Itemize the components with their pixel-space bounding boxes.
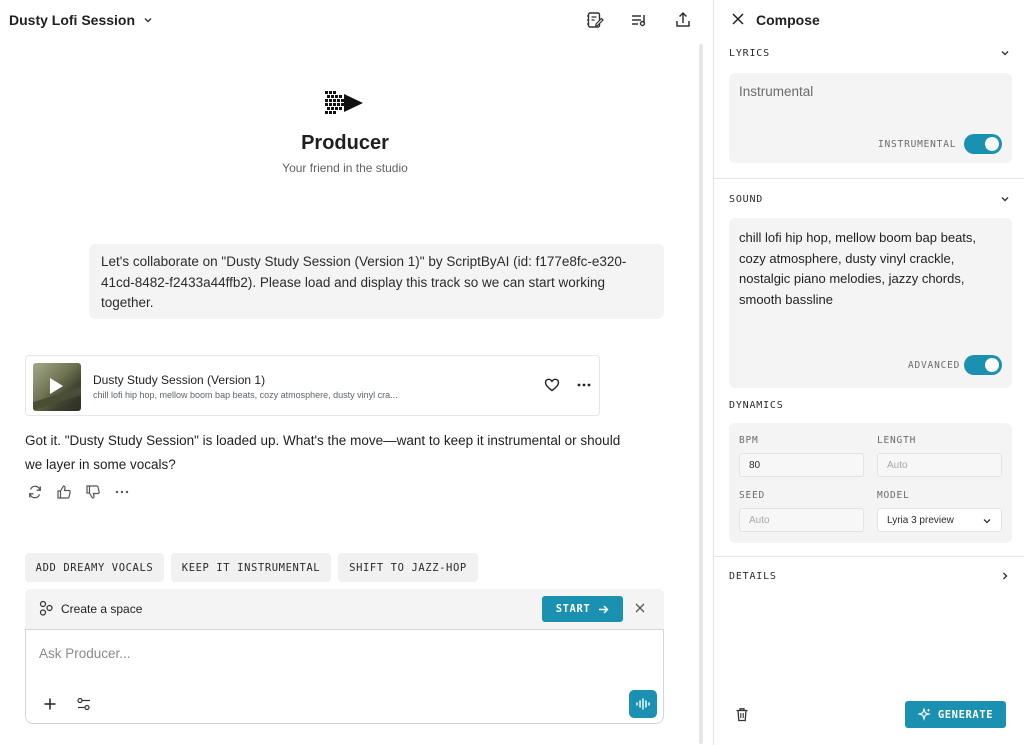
create-space-bar: Create a space START <box>25 589 664 629</box>
regenerate-icon[interactable] <box>27 484 43 500</box>
voice-input-button[interactable] <box>629 690 657 718</box>
seed-label: SEED <box>739 490 766 501</box>
start-button-label: START <box>555 603 591 615</box>
thumbs-down-icon[interactable] <box>85 484 101 500</box>
user-message: Let's collaborate on "Dusty Study Sessio… <box>89 244 664 319</box>
generate-button-label: GENERATE <box>937 708 994 721</box>
producer-logo-icon <box>325 90 365 116</box>
heart-icon[interactable] <box>544 377 560 393</box>
sound-prompt[interactable]: chill lofi hip hop, mellow boom bap beat… <box>739 228 1004 310</box>
bpm-label: BPM <box>739 435 759 446</box>
chevron-down-icon[interactable] <box>1000 194 1010 204</box>
sound-section-label: SOUND <box>729 194 764 205</box>
divider <box>714 556 1024 557</box>
sparkle-icon <box>917 708 931 721</box>
chevron-down-icon <box>144 18 152 23</box>
playlist-icon[interactable] <box>629 10 649 30</box>
model-select[interactable]: Lyria 3 preview <box>877 508 1002 532</box>
track-description: chill lofi hip hop, mellow boom bap beat… <box>93 390 398 400</box>
project-title-dropdown[interactable]: Dusty Lofi Session <box>9 12 153 28</box>
seed-input[interactable] <box>739 508 864 532</box>
divider <box>714 178 1024 179</box>
chat-scrollbar[interactable] <box>699 44 703 744</box>
agent-tagline: Your friend in the studio <box>282 161 408 175</box>
advanced-label: ADVANCED <box>908 360 961 371</box>
generate-button[interactable]: GENERATE <box>905 701 1006 728</box>
play-icon[interactable] <box>50 378 63 394</box>
dynamics-box: BPM LENGTH SEED MODEL Lyria 3 preview <box>729 423 1012 543</box>
chat-pane: Dusty Lofi Session Producer Your friend … <box>0 0 712 745</box>
track-thumbnail[interactable] <box>33 363 81 411</box>
chevron-down-icon <box>983 519 991 524</box>
chevron-right-icon[interactable] <box>1000 571 1010 581</box>
instrumental-label: INSTRUMENTAL <box>878 139 957 150</box>
trash-icon[interactable] <box>735 707 749 722</box>
top-bar: Dusty Lofi Session <box>0 0 712 40</box>
suggestion-chip[interactable]: KEEP IT INSTRUMENTAL <box>171 553 331 582</box>
space-icon <box>38 600 54 616</box>
length-input[interactable] <box>877 453 1002 477</box>
agent-name: Producer <box>301 132 389 154</box>
notebook-edit-icon[interactable] <box>585 10 605 30</box>
sound-box[interactable]: chill lofi hip hop, mellow boom bap beat… <box>729 218 1012 388</box>
ask-input[interactable] <box>39 646 599 661</box>
arrow-right-icon <box>599 605 609 613</box>
instrumental-toggle[interactable] <box>964 134 1002 154</box>
plus-icon[interactable] <box>43 697 57 711</box>
composer <box>25 629 664 724</box>
compose-title: Compose <box>756 12 820 28</box>
lyrics-box[interactable]: Instrumental INSTRUMENTAL <box>729 73 1012 163</box>
length-label: LENGTH <box>877 435 917 446</box>
model-value: Lyria 3 preview <box>887 514 954 526</box>
thumbs-up-icon[interactable] <box>56 484 72 500</box>
assistant-reply: Got it. "Dusty Study Session" is loaded … <box>25 433 621 472</box>
lyrics-section-label: LYRICS <box>729 48 770 59</box>
compose-panel: Compose LYRICS Instrumental INSTRUMENTAL… <box>713 0 1024 745</box>
project-title: Dusty Lofi Session <box>9 12 136 28</box>
details-section-label[interactable]: DETAILS <box>729 571 777 582</box>
waveform-icon <box>636 698 650 710</box>
bpm-input[interactable] <box>739 453 864 477</box>
close-icon[interactable] <box>634 602 646 614</box>
start-button[interactable]: START <box>542 596 623 622</box>
more-actions-icon[interactable] <box>114 484 130 500</box>
track-title: Dusty Study Session (Version 1) <box>93 373 266 387</box>
lyrics-text[interactable]: Instrumental <box>739 84 813 99</box>
track-card[interactable]: Dusty Study Session (Version 1) chill lo… <box>25 355 600 416</box>
settings-sliders-icon[interactable] <box>76 697 92 711</box>
create-space-label: Create a space <box>61 602 143 616</box>
advanced-toggle[interactable] <box>964 355 1002 375</box>
suggestion-chip[interactable]: ADD DREAMY VOCALS <box>25 553 164 582</box>
chevron-down-icon[interactable] <box>1000 48 1010 58</box>
dynamics-section-label: DYNAMICS <box>729 400 784 411</box>
more-options-icon[interactable] <box>576 377 592 393</box>
close-panel-icon[interactable] <box>731 12 745 26</box>
share-icon[interactable] <box>673 10 693 30</box>
model-label: MODEL <box>877 490 910 501</box>
suggestion-chip[interactable]: SHIFT TO JAZZ-HOP <box>338 553 478 582</box>
